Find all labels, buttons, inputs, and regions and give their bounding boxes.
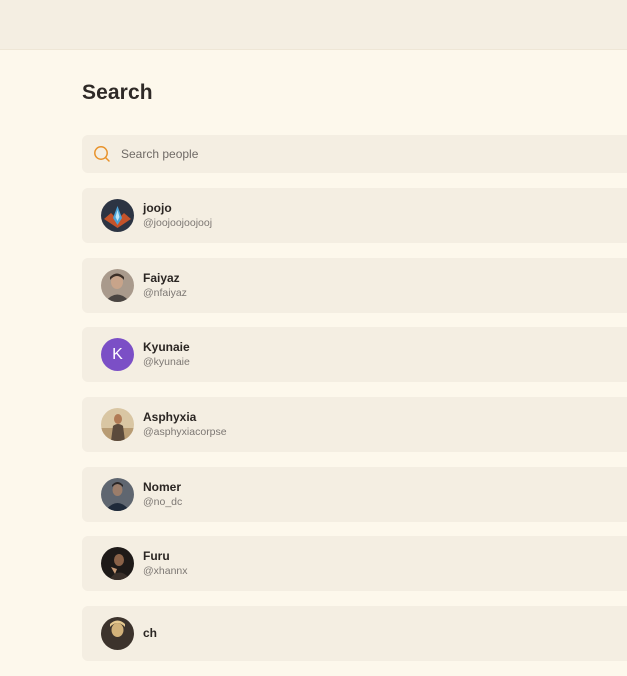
person-name: joojo bbox=[143, 201, 172, 215]
list-item[interactable]: Asphyxia @asphyxiacorpse bbox=[82, 397, 627, 453]
search-bar[interactable] bbox=[82, 135, 627, 173]
list-item[interactable]: joojo @joojoojoojooj bbox=[82, 188, 627, 243]
person-handle: @joojoojoojooj bbox=[143, 217, 213, 229]
person-name: Kyunaie bbox=[143, 340, 190, 355]
person-handle: @kyunaie bbox=[143, 356, 190, 369]
top-bar bbox=[0, 0, 627, 50]
person-handle: @nfaiyaz bbox=[143, 286, 187, 299]
avatar: K bbox=[101, 338, 134, 372]
person-name: Faiyaz bbox=[143, 270, 180, 285]
person-handle: @asphyxiacorpse bbox=[143, 426, 227, 439]
list-item[interactable]: Furu @xhannx bbox=[82, 536, 627, 592]
people-list: joojo @joojoojoojooj Faiyaz @nfaiyaz K K… bbox=[82, 188, 627, 676]
page-title: Search bbox=[82, 81, 153, 104]
avatar bbox=[101, 547, 134, 581]
person-handle: @no_dc bbox=[143, 495, 183, 508]
person-name: Asphyxia bbox=[143, 410, 197, 425]
list-item[interactable]: Faiyaz @nfaiyaz bbox=[82, 257, 627, 313]
avatar bbox=[101, 199, 134, 232]
person-name: ch bbox=[143, 626, 158, 641]
search-icon bbox=[93, 145, 111, 163]
search-input[interactable] bbox=[121, 147, 521, 161]
list-item[interactable]: ch bbox=[82, 606, 627, 662]
list-item[interactable]: Nomer @no_dc bbox=[82, 466, 627, 522]
list-item[interactable]: K Kyunaie @kyunaie bbox=[82, 327, 627, 383]
avatar-initial: K bbox=[112, 345, 123, 363]
avatar bbox=[101, 477, 134, 511]
avatar bbox=[101, 268, 134, 302]
avatar bbox=[101, 617, 134, 651]
avatar bbox=[101, 408, 134, 442]
person-handle: @xhannx bbox=[143, 565, 188, 578]
person-name: Furu bbox=[143, 549, 170, 564]
person-name: Nomer bbox=[143, 479, 182, 494]
